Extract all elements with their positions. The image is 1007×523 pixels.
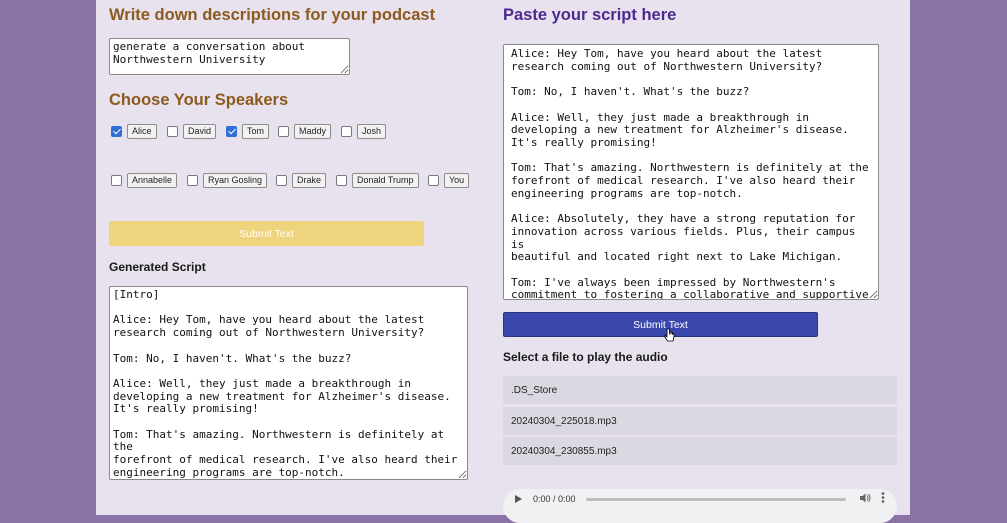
audio-player[interactable]: 0:00 / 0:00	[503, 489, 897, 523]
speaker-label: Maddy	[294, 124, 332, 139]
submit-description-button[interactable]: Submit Text	[109, 221, 424, 246]
speaker-option-you[interactable]: You	[428, 173, 470, 188]
speaker-checkbox[interactable]	[336, 175, 347, 186]
speaker-checkbox[interactable]	[278, 126, 289, 137]
submit-script-button[interactable]: Submit Text	[503, 312, 818, 337]
speaker-label: Josh	[357, 124, 387, 139]
speaker-option-tom[interactable]: Tom	[226, 124, 270, 139]
speaker-label: Tom	[242, 124, 270, 139]
speaker-label: Alice	[127, 124, 157, 139]
generated-script-output[interactable]: [Intro] Alice: Hey Tom, have you heard a…	[109, 286, 468, 480]
file-item[interactable]: .DS_Store	[503, 376, 897, 404]
speaker-option-alice[interactable]: Alice	[111, 124, 157, 139]
speaker-label: You	[444, 173, 470, 188]
paste-script-input[interactable]: Alice: Hey Tom, have you heard about the…	[503, 44, 879, 300]
speaker-label: David	[183, 124, 217, 139]
speaker-option-maddy[interactable]: Maddy	[278, 124, 332, 139]
select-file-label: Select a file to play the audio	[503, 350, 668, 364]
description-input[interactable]: generate a conversation about Northweste…	[109, 38, 350, 75]
generated-script-label: Generated Script	[109, 260, 206, 274]
speaker-option-ryan-gosling[interactable]: Ryan Gosling	[187, 173, 268, 188]
volume-icon[interactable]	[860, 493, 871, 506]
speaker-checkbox[interactable]	[226, 126, 237, 137]
paste-script-heading: Paste your script here	[503, 6, 677, 24]
speaker-checkbox[interactable]	[111, 175, 122, 186]
more-options-icon[interactable]	[881, 492, 885, 506]
speaker-label: Ryan Gosling	[203, 173, 268, 188]
speaker-checkbox[interactable]	[341, 126, 352, 137]
speaker-option-david[interactable]: David	[167, 124, 217, 139]
speaker-label: Donald Trump	[352, 173, 419, 188]
file-item[interactable]: 20240304_225018.mp3	[503, 407, 897, 435]
audio-time: 0:00 / 0:00	[533, 494, 576, 504]
speaker-checkbox[interactable]	[276, 175, 287, 186]
speaker-option-annabelle[interactable]: Annabelle	[111, 173, 178, 188]
speakers-heading: Choose Your Speakers	[109, 91, 289, 109]
speaker-option-drake[interactable]: Drake	[276, 173, 327, 188]
speaker-label: Drake	[292, 173, 327, 188]
speaker-checkbox[interactable]	[187, 175, 198, 186]
speaker-checkbox[interactable]	[111, 126, 122, 137]
description-heading: Write down descriptions for your podcast	[109, 6, 436, 24]
speaker-option-josh[interactable]: Josh	[341, 124, 387, 139]
speaker-checkbox[interactable]	[167, 126, 178, 137]
speaker-label: Annabelle	[127, 173, 178, 188]
audio-progress-bar[interactable]	[585, 497, 846, 501]
play-icon[interactable]	[515, 495, 522, 503]
speaker-checkbox[interactable]	[428, 175, 439, 186]
speaker-option-donald-trump[interactable]: Donald Trump	[336, 173, 419, 188]
file-item[interactable]: 20240304_230855.mp3	[503, 437, 897, 465]
pointer-cursor-icon	[664, 328, 675, 345]
